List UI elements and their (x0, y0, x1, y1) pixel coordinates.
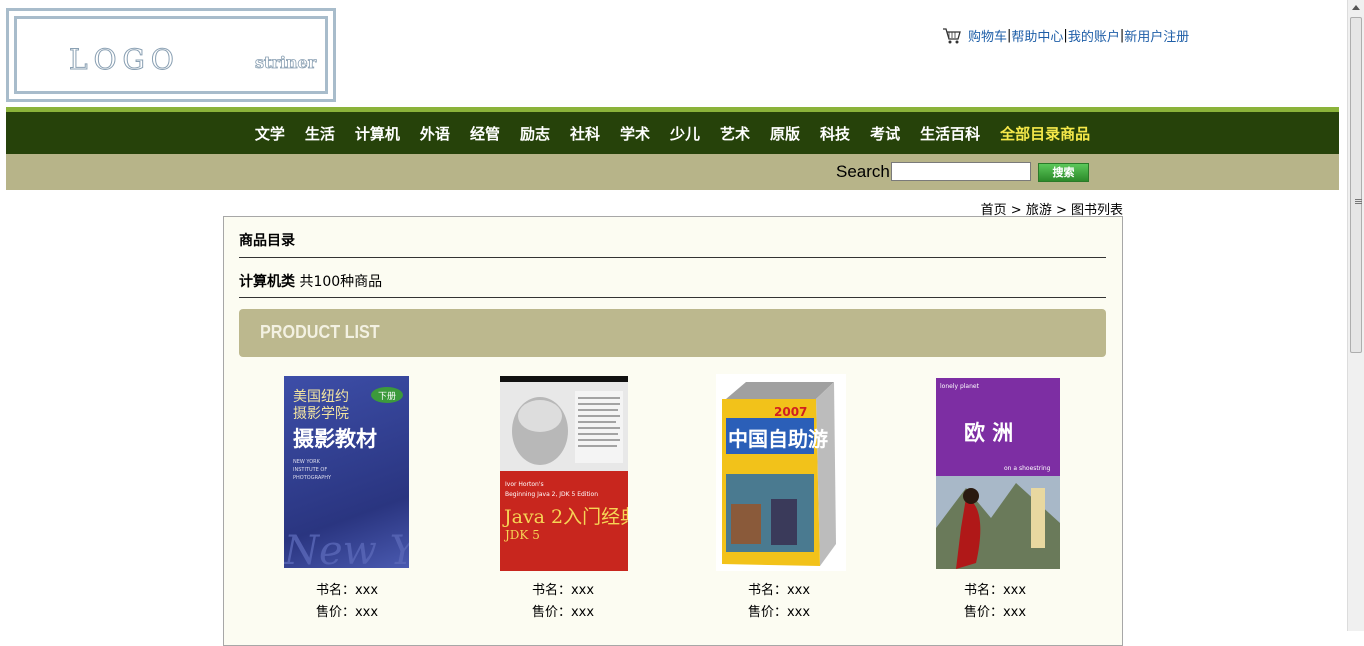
category-summary: 计算机类 共100种商品 (239, 271, 382, 291)
site-logo[interactable]: LOGO striner (6, 8, 336, 102)
help-link[interactable]: 帮助中心 (1011, 26, 1063, 45)
page-scrollbar[interactable] (1347, 0, 1364, 631)
category-name: 计算机类 (239, 274, 295, 290)
nav-item-social-science[interactable]: 社科 (570, 123, 600, 144)
product-grid: 下册 美国纽约 摄影学院 摄影教材 NEW YORK INSTITUTE OF … (239, 372, 1106, 632)
nav-item-art[interactable]: 艺术 (720, 123, 750, 144)
cover-title: 欧 洲 (964, 421, 1013, 445)
nav-item-literature[interactable]: 文学 (255, 123, 285, 144)
divider (239, 297, 1106, 298)
grip-icon (1355, 199, 1362, 200)
cover-badge: 下册 (378, 391, 396, 402)
logo-frame: LOGO striner (14, 16, 328, 94)
cover-title: 中国自助游 (728, 427, 828, 451)
nav-item-technology[interactable]: 科技 (820, 123, 850, 144)
cover-title: Java 2入门经典 (502, 506, 628, 528)
top-links: 购物车 | 帮助中心 | 我的账户 | 新用户注册 (942, 26, 1189, 45)
svg-text:lonely planet: lonely planet (940, 383, 980, 390)
svg-text:2007: 2007 (774, 405, 807, 419)
section-title: 商品目录 (239, 233, 295, 249)
cover-art: 中国自助游 2007 (722, 382, 836, 566)
nav-item-encyclopedia[interactable]: 生活百科 (920, 123, 980, 144)
svg-text:INSTITUTE OF: INSTITUTE OF (293, 467, 327, 473)
banner-title: PRODUCT LIST (260, 322, 380, 342)
product-list-panel: 商品目录 计算机类 共100种商品 PRODUCT LIST 下册 美国纽约 摄… (223, 216, 1123, 646)
book-cover-image[interactable]: 中国自助游 2007 (716, 374, 846, 571)
book-cover-image[interactable]: lonely planet 欧 洲 on a shoestring (936, 378, 1060, 569)
cover-art: 下册 美国纽约 摄影学院 摄影教材 NEW YORK INSTITUTE OF … (284, 387, 409, 568)
cover-subtitle: JDK 5 (503, 528, 540, 542)
cart-link[interactable]: 购物车 (968, 26, 1007, 45)
nav-item-all-categories[interactable]: 全部目录商品 (1000, 123, 1090, 144)
product-price: 售价：xxx (315, 605, 379, 620)
product-name[interactable]: 书名：xxx (239, 579, 455, 598)
product-name[interactable]: 书名：xxx (671, 579, 887, 598)
nav-item-life[interactable]: 生活 (305, 123, 335, 144)
account-link[interactable]: 我的账户 (1068, 26, 1120, 45)
nav-item-inspiration[interactable]: 励志 (520, 123, 550, 144)
scroll-thumb[interactable] (1350, 17, 1362, 353)
nav-item-language[interactable]: 外语 (420, 123, 450, 144)
product-count: 共100种商品 (299, 274, 383, 290)
cover-art: lonely planet 欧 洲 on a shoestring (936, 378, 1060, 569)
search-bar: Search 搜索 (6, 154, 1339, 190)
svg-text:摄影学院: 摄影学院 (293, 406, 349, 422)
logo-subtext: striner (255, 53, 317, 73)
nav-item-children[interactable]: 少儿 (670, 123, 700, 144)
product-price: 售价：xxx (963, 605, 1027, 620)
search-button[interactable]: 搜索 (1038, 163, 1089, 182)
nav-item-management[interactable]: 经管 (470, 123, 500, 144)
cart-icon[interactable] (942, 27, 962, 45)
product-price: 售价：xxx (531, 605, 595, 620)
product-name[interactable]: 书名：xxx (455, 579, 671, 598)
category-nav: 文学 生活 计算机 外语 经管 励志 社科 学术 少儿 艺术 原版 科技 考试 … (6, 112, 1339, 154)
search-input[interactable] (891, 162, 1031, 181)
svg-text:NEW YORK: NEW YORK (293, 459, 321, 465)
scroll-up-arrow-icon[interactable] (1352, 5, 1360, 10)
nav-item-exam[interactable]: 考试 (870, 123, 900, 144)
product-price: 售价：xxx (747, 605, 811, 620)
nav-item-original[interactable]: 原版 (770, 123, 800, 144)
cover-english: on a shoestring (1004, 465, 1051, 472)
svg-text:美国纽约: 美国纽约 (293, 389, 349, 405)
product-name[interactable]: 书名：xxx (887, 579, 1103, 598)
svg-text:PHOTOGRAPHY: PHOTOGRAPHY (293, 475, 332, 481)
nav-item-computer[interactable]: 计算机 (355, 123, 400, 144)
product-list-banner: PRODUCT LIST (239, 309, 1106, 357)
book-cover-image[interactable]: Ivor Horton's Beginning Java 2, JDK 5 Ed… (500, 376, 628, 571)
logo-text: LOGO (69, 43, 180, 77)
svg-text:Beginning Java 2, JDK 5 Editio: Beginning Java 2, JDK 5 Edition (505, 491, 598, 498)
nav-item-academic[interactable]: 学术 (620, 123, 650, 144)
cover-title: 摄影教材 (293, 427, 377, 451)
register-link[interactable]: 新用户注册 (1124, 26, 1189, 45)
divider (239, 257, 1106, 258)
svg-text:New York: New York (284, 528, 409, 568)
search-label: Search (836, 162, 890, 181)
book-cover-image[interactable]: 下册 美国纽约 摄影学院 摄影教材 NEW YORK INSTITUTE OF … (284, 376, 409, 568)
cover-art: Ivor Horton's Beginning Java 2, JDK 5 Ed… (500, 376, 628, 571)
svg-text:Ivor Horton's: Ivor Horton's (505, 481, 544, 488)
